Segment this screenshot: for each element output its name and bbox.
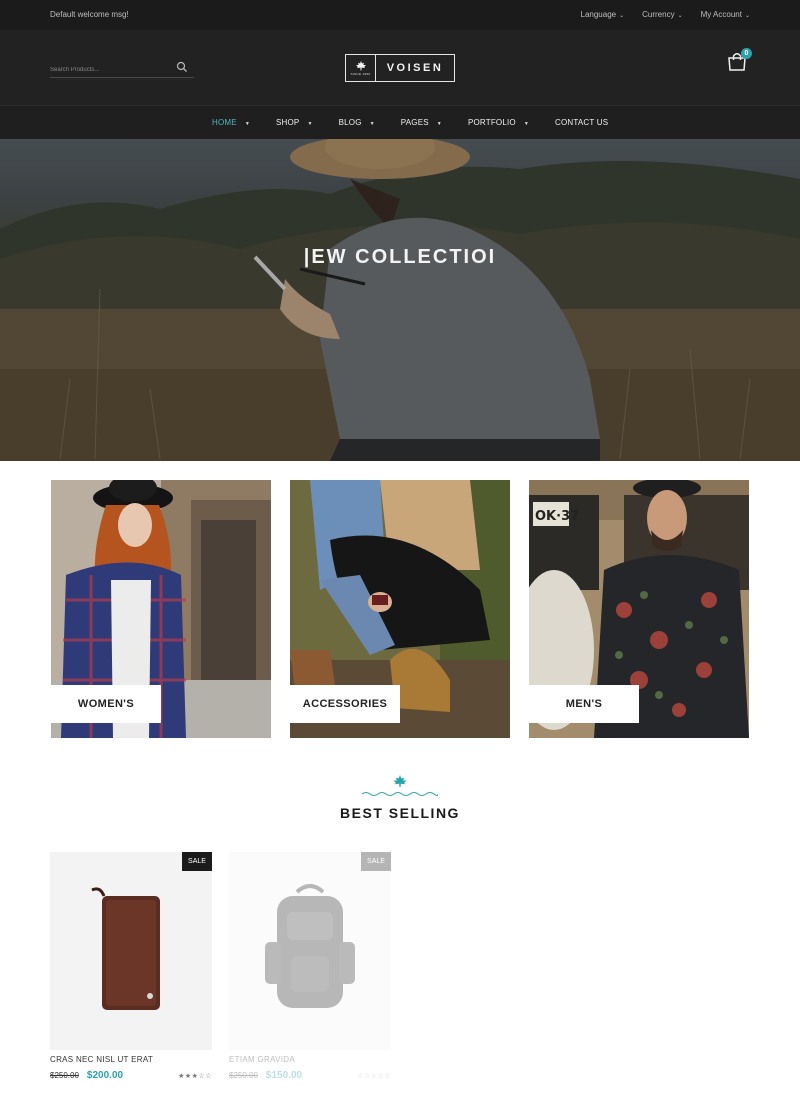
category-women[interactable]: WOMEN'S: [51, 480, 271, 738]
search-box: [50, 58, 194, 79]
account-label: My Account: [700, 10, 742, 19]
caret-down-icon: ▼: [307, 121, 313, 127]
nav-item-pages[interactable]: PAGES ▼: [401, 118, 442, 127]
nav-item-portfolio[interactable]: PORTFOLIO ▼: [468, 118, 529, 127]
product-image[interactable]: SALE: [229, 852, 391, 1050]
top-menus: Language ⌄ Currency ⌄ My Account ⌄: [581, 10, 751, 19]
rating-stars: ☆☆☆☆☆: [357, 1072, 391, 1080]
hero-title: |EW COLLECTIOI: [303, 246, 497, 268]
logo-mark: SINCE 1990: [346, 55, 376, 81]
old-price: $250.00: [229, 1071, 258, 1080]
welcome-message: Default welcome msg!: [50, 10, 129, 19]
wallet-image: [91, 887, 160, 1010]
category-label: MEN'S: [529, 685, 639, 723]
product-card[interactable]: SALE ETIAM GRAVIDA $250.00 $150.00 ☆☆☆☆☆: [229, 852, 391, 1081]
account-dropdown[interactable]: My Account ⌄: [701, 10, 750, 19]
category-label: ACCESSORIES: [290, 685, 400, 723]
caret-down-icon: ▼: [436, 121, 442, 127]
main-nav: HOME ▼ SHOP ▼ BLOG ▼ PAGES ▼ PORTFOLIO ▼ CONT…: [0, 106, 800, 139]
maple-leaf-icon: [355, 60, 366, 70]
product-image[interactable]: SALE: [50, 852, 212, 1050]
nav-label: PORTFOLIO: [467, 118, 516, 127]
top-bar: Default welcome msg! Language ⌄ Currency ⌄…: [0, 0, 800, 30]
nav-item-home[interactable]: HOME ▼: [212, 118, 250, 127]
cart-count-badge: 0: [741, 48, 752, 59]
chevron-down-icon: ⌄: [619, 13, 625, 19]
backpack-image: [265, 884, 355, 1008]
nav-item-blog[interactable]: BLOG ▼: [339, 118, 375, 127]
search-input[interactable]: [50, 61, 170, 79]
chevron-down-icon: ⌄: [744, 13, 750, 19]
language-dropdown[interactable]: Language ⌄: [581, 10, 625, 19]
product-name[interactable]: CRAS NEC NISL UT ERAT: [50, 1055, 212, 1064]
search-icon[interactable]: [176, 61, 188, 73]
hero-banner[interactable]: |EW COLLECTIOI: [0, 139, 800, 461]
product-prices: $250.00 $200.00 ★★★☆☆: [50, 1070, 212, 1081]
product-card[interactable]: SALE CRAS NEC NISL UT ERAT $250.00 $200.…: [50, 852, 212, 1081]
site-logo[interactable]: SINCE 1990 VOISEN: [345, 54, 455, 82]
nav-item-contact[interactable]: CONTACT US: [555, 118, 608, 127]
nav-label: SHOP: [275, 118, 300, 127]
section-divider-icon: [362, 775, 438, 796]
caret-down-icon: ▼: [523, 121, 529, 127]
category-men[interactable]: OK·37 MEN'S: [529, 480, 749, 738]
sale-badge: SALE: [361, 852, 391, 871]
caret-down-icon: ▼: [244, 121, 250, 127]
caret-down-icon: ▼: [369, 121, 375, 127]
nav-item-shop[interactable]: SHOP ▼: [276, 118, 313, 127]
nav-label: HOME: [212, 118, 237, 127]
svg-text:OK·37: OK·37: [535, 509, 579, 524]
sale-badge: SALE: [182, 852, 212, 871]
chevron-down-icon: ⌄: [677, 13, 683, 19]
nav-label: CONTACT US: [554, 118, 609, 127]
section-title: BEST SELLING: [340, 805, 460, 821]
logo-since: SINCE 1990: [350, 71, 371, 76]
rating-stars: ★★★☆☆: [178, 1072, 212, 1080]
logo-name: VOISEN: [386, 62, 444, 74]
old-price: $250.00: [50, 1071, 79, 1080]
currency-dropdown[interactable]: Currency ⌄: [642, 10, 682, 19]
header: SINCE 1990 VOISEN 0: [0, 30, 800, 106]
cart-button[interactable]: 0: [726, 48, 752, 72]
product-name[interactable]: ETIAM GRAVIDA: [229, 1055, 391, 1064]
currency-label: Currency: [642, 10, 675, 19]
current-price: $200.00: [86, 1070, 124, 1081]
current-price: $150.00: [265, 1070, 303, 1081]
category-accessories[interactable]: ACCESSORIES: [290, 480, 510, 738]
product-prices: $250.00 $150.00 ☆☆☆☆☆: [229, 1070, 391, 1081]
language-label: Language: [580, 10, 617, 19]
hero-overlay: [0, 139, 800, 461]
nav-label: PAGES: [400, 118, 429, 127]
nav-label: BLOG: [338, 118, 362, 127]
category-label: WOMEN'S: [51, 685, 161, 723]
